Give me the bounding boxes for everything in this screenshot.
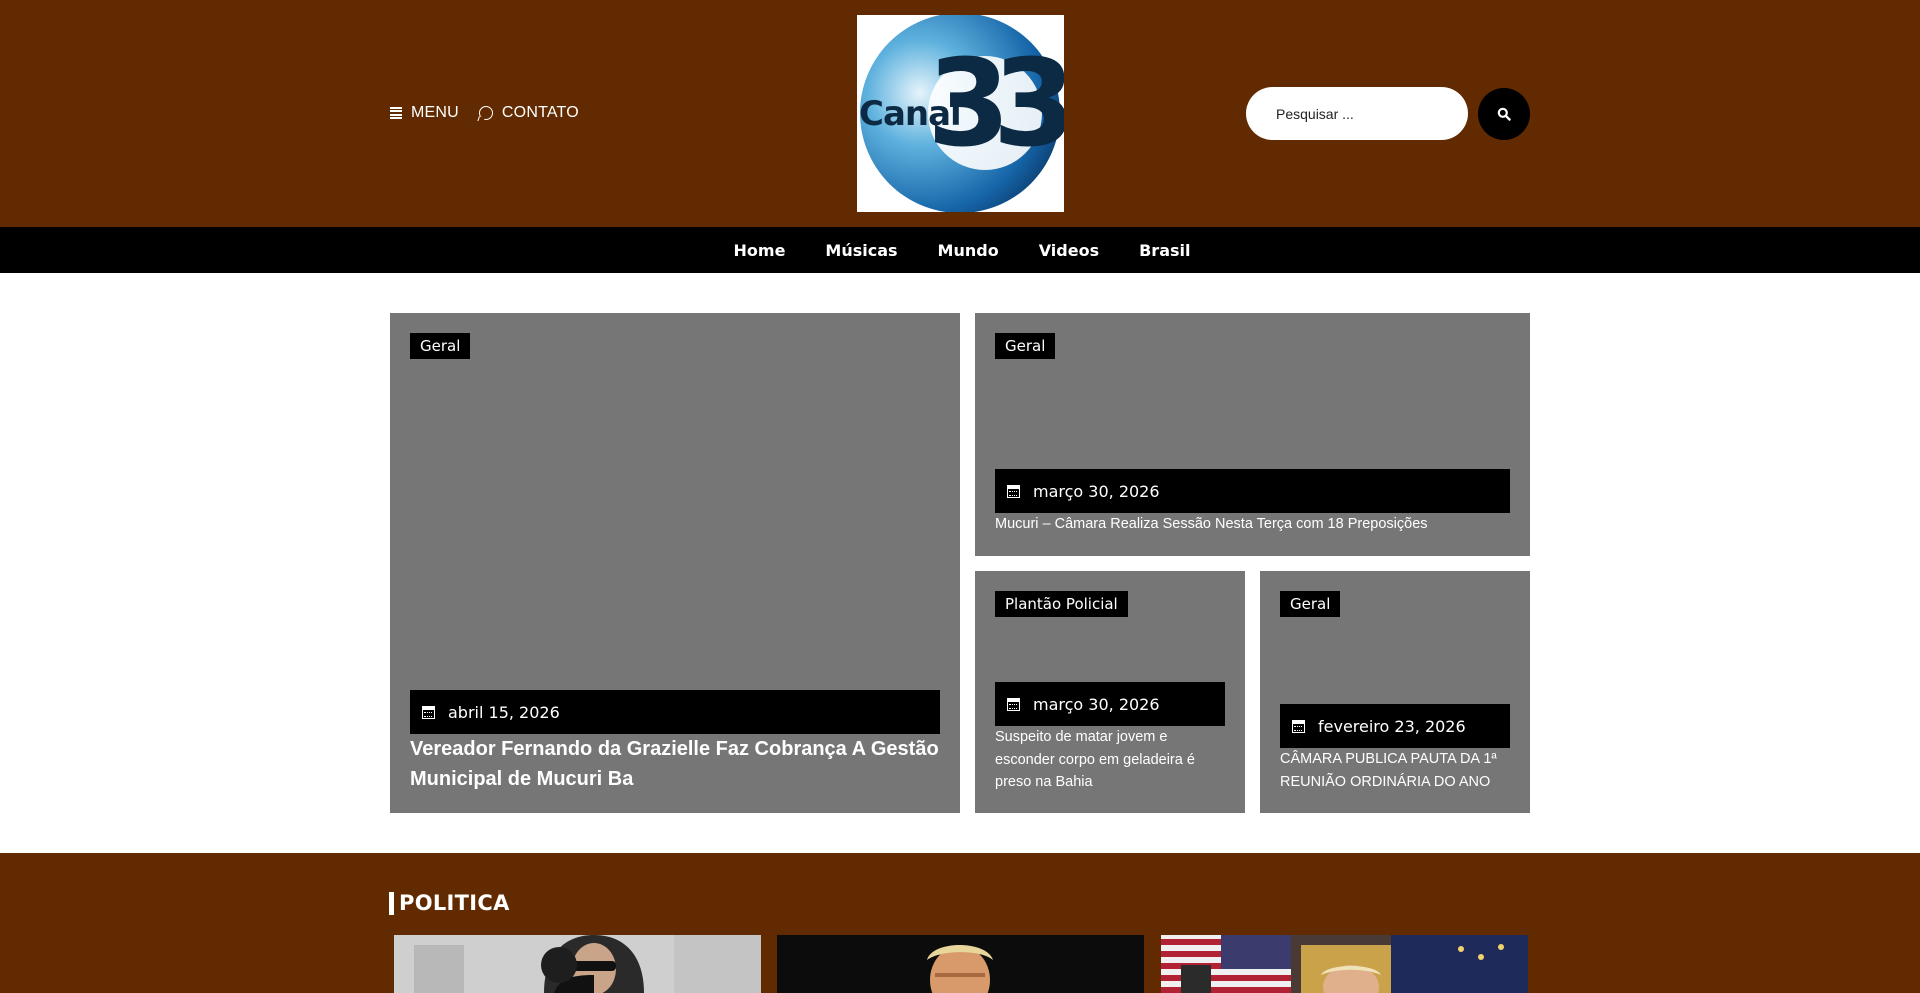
featured-card-bottom-right[interactable]: Geral fevereiro 23, 2026 CÂMARA PUBLICA … — [1260, 571, 1530, 813]
search-input[interactable] — [1246, 87, 1468, 140]
category-badge[interactable]: Geral — [995, 333, 1056, 359]
nav-musicas[interactable]: Músicas — [825, 241, 897, 260]
calendar-icon — [1007, 697, 1020, 711]
nav-brasil[interactable]: Brasil — [1139, 241, 1190, 260]
post-title[interactable]: Mucuri – Câmara Realiza Sessão Nesta Ter… — [995, 513, 1510, 535]
section-title: POLITICA — [399, 891, 510, 915]
section-heading-bar — [389, 891, 394, 915]
category-badge[interactable]: Geral — [1280, 591, 1341, 617]
header-left-nav: MENU CONTATO — [390, 102, 579, 124]
nav-home[interactable]: Home — [734, 241, 786, 260]
featured-card-bottom-left[interactable]: Plantão Policial março 30, 2026 Suspeito… — [975, 571, 1245, 813]
featured-card-main[interactable]: Geral abril 15, 2026 Vereador Fernando d… — [390, 313, 960, 813]
post-title[interactable]: Suspeito de matar jovem e esconder corpo… — [995, 726, 1225, 794]
politica-thumbnail-2[interactable] — [777, 935, 1144, 993]
contact-link[interactable]: CONTATO — [478, 104, 579, 122]
whatsapp-icon — [478, 106, 493, 120]
site-header: MENU CONTATO 33 Canal — [0, 0, 1920, 227]
calendar-icon — [422, 705, 435, 719]
category-badge[interactable]: Geral — [410, 333, 471, 359]
nav-mundo[interactable]: Mundo — [938, 241, 999, 260]
main-navigation: Home Músicas Mundo Videos Brasil — [0, 227, 1920, 273]
contact-label: CONTATO — [501, 104, 579, 121]
post-title[interactable]: CÂMARA PUBLICA PAUTA DA 1ª REUNIÃO ORDIN… — [1280, 748, 1510, 793]
calendar-icon — [1007, 484, 1020, 498]
calendar-icon — [1292, 719, 1305, 733]
section-heading: POLITICA — [389, 890, 510, 916]
hamburger-icon — [390, 107, 402, 119]
post-date: fevereiro 23, 2026 — [1318, 716, 1466, 736]
svg-text:Canal: Canal — [859, 94, 961, 134]
search-icon — [1497, 107, 1511, 121]
post-title[interactable]: Vereador Fernando da Grazielle Faz Cobra… — [410, 734, 940, 794]
menu-button[interactable]: MENU — [390, 104, 459, 122]
category-badge[interactable]: Plantão Policial — [995, 591, 1128, 617]
site-logo[interactable]: 33 Canal — [857, 15, 1064, 212]
post-date: março 30, 2026 — [1033, 481, 1160, 501]
date-bar: abril 15, 2026 — [410, 690, 940, 734]
menu-label: MENU — [411, 104, 459, 121]
post-date: março 30, 2026 — [1033, 694, 1160, 714]
date-bar: março 30, 2026 — [995, 682, 1225, 726]
politica-thumbnail-1[interactable] — [394, 935, 761, 993]
post-date: abril 15, 2026 — [448, 702, 560, 722]
date-bar: fevereiro 23, 2026 — [1280, 704, 1510, 748]
featured-card-top-right[interactable]: Geral março 30, 2026 Mucuri – Câmara Rea… — [975, 313, 1530, 556]
nav-videos[interactable]: Videos — [1039, 241, 1099, 260]
date-bar: março 30, 2026 — [995, 469, 1510, 513]
politica-thumbnail-3[interactable] — [1161, 935, 1528, 993]
search-button[interactable] — [1478, 88, 1530, 140]
